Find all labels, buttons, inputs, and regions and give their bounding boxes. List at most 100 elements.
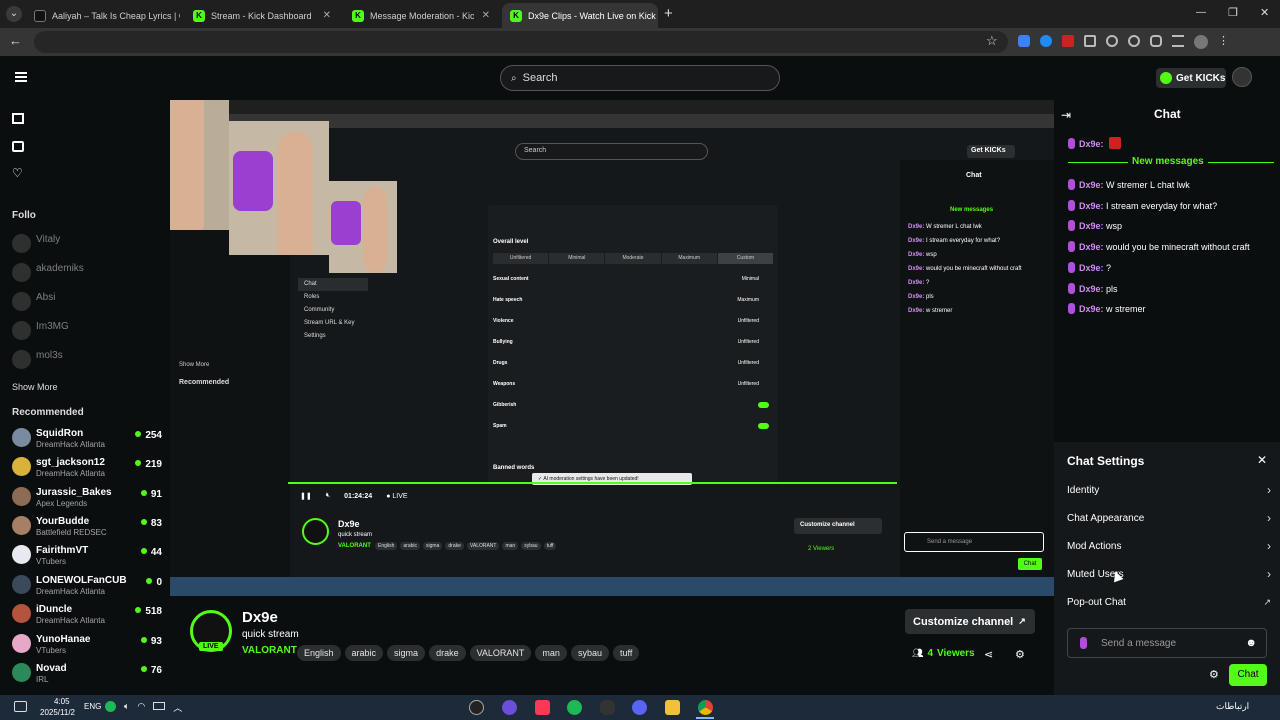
media-player-icon[interactable] [502,700,517,715]
chat-username[interactable]: Dx9e: [1079,263,1104,273]
bookmark-star-icon[interactable]: ☆ [986,33,998,49]
home-icon[interactable] [12,113,24,124]
sidebar-following-item[interactable]: Im3MG [12,317,162,345]
chat-username[interactable]: Dx9e: [1079,221,1104,231]
chat-username[interactable]: Dx9e: [1079,201,1104,211]
tag[interactable]: VALORANT [469,645,532,661]
nested-category-list: Sexual content Minimal Hate speech Maximum… [493,269,773,437]
browse-icon[interactable] [12,141,24,152]
clock[interactable]: 4:05 2025/11/2 [40,696,75,718]
history-icon[interactable] [1128,35,1140,47]
close-icon[interactable]: ✕ [656,10,658,21]
spotify-icon[interactable] [567,700,582,715]
menu-icon[interactable] [1172,35,1184,47]
obs-icon[interactable] [469,700,484,715]
sidebar-following-item[interactable]: akademiks [12,259,162,287]
address-bar[interactable]: ☆ [34,31,1008,53]
sidebar-following-item[interactable]: Absi [12,288,162,316]
maximize-button[interactable]: ❐ [1228,6,1238,19]
key-icon[interactable] [1106,35,1118,47]
more-icon[interactable]: ⋮ [1218,35,1229,49]
link-icon[interactable] [1150,35,1162,47]
tag[interactable]: arabic [344,645,384,661]
chevron-up-icon[interactable]: ︿ [173,701,182,714]
extension-icon[interactable] [1062,35,1074,47]
tag[interactable]: tuff [612,645,640,661]
chat-username[interactable]: Dx9e: [1079,180,1104,190]
chat-username[interactable]: Dx9e: [1079,139,1104,149]
chat-message: Dx9e: w stremer [1068,303,1146,314]
chat-username[interactable]: Dx9e: [1079,284,1104,294]
chrome-icon[interactable] [698,700,713,715]
sidebar-recommended-item[interactable]: YourBudde Battlefield REDSEC 83 [12,512,162,540]
following-heart-icon[interactable]: ♡ [12,166,23,180]
music-icon[interactable] [535,700,550,715]
new-tab-button[interactable]: + [664,5,673,22]
sidebar-following-item[interactable]: mol3s [12,346,162,374]
spotify-tray-icon[interactable] [105,701,116,712]
browser-tab[interactable]: K Message Moderation - Kick Da ✕ [344,3,498,28]
chat-username[interactable]: Dx9e: [1079,304,1104,314]
settings-item-chat-appearance[interactable]: Chat Appearance › [1067,508,1271,528]
chat-username[interactable]: Dx9e: [1079,242,1104,252]
sidebar-recommended-item[interactable]: Jurassic_Bakes Apex Legends 91 [12,483,162,511]
sidebar-following-item[interactable]: Vitaly [12,230,162,258]
sidebar-recommended-item[interactable]: YunoHanae VTubers 93 [12,630,162,658]
tag[interactable]: English [297,645,341,661]
tag[interactable]: drake [429,645,466,661]
tag[interactable]: man [535,645,567,661]
profile-icon[interactable] [1194,35,1208,49]
channel-name[interactable]: Dx9e [242,609,278,626]
chat-input[interactable]: Send a message ☻ [1067,628,1267,658]
chat-settings-gear-icon[interactable]: ⚙ [1209,668,1219,681]
collapse-chat-icon[interactable]: ⇥ [1061,108,1071,122]
close-icon[interactable]: ✕ [1257,453,1267,467]
minimize-button[interactable]: — [1196,7,1206,18]
settings-item-mod-actions[interactable]: Mod Actions › [1067,536,1271,556]
chat-bubble-icon[interactable] [14,701,27,712]
close-icon[interactable]: ✕ [315,10,331,21]
battery-icon[interactable] [153,702,166,710]
hamburger-menu-icon[interactable] [15,72,27,82]
close-window-button[interactable]: ✕ [1260,6,1269,19]
avatar[interactable] [1232,67,1252,87]
wifi-icon[interactable]: ◠ [137,701,145,714]
sidebar-recommended-item[interactable]: Novad IRL 76 [12,659,162,687]
chat-send-button[interactable]: Chat [1229,664,1267,686]
file-explorer-icon[interactable] [665,700,680,715]
close-icon[interactable]: ✕ [474,10,490,21]
emoji-icon[interactable]: ☻ [1245,637,1257,649]
search-input[interactable]: ⌕ Search [500,65,780,91]
tag[interactable]: sybau [570,645,609,661]
stream-category[interactable]: VALORANT [242,645,297,656]
get-kicks-button[interactable]: Get KICKs [1156,68,1226,88]
tab-search-button[interactable]: ⌄ [6,6,22,22]
language-indicator[interactable]: ENG [84,702,101,711]
user-settings-icon[interactable]: ⚙ [1015,648,1025,661]
tag[interactable]: sigma [387,645,426,661]
sidebar-recommended-item[interactable]: sgt_jackson12 DreamHack Atlanta 219 [12,453,162,481]
sidebar-recommended-item[interactable]: FairithmVT VTubers 44 [12,541,162,569]
video-player[interactable]: Search Get KICKs Recommended Show More C… [170,100,1054,596]
show-more-button[interactable]: Show More [12,382,58,392]
extension-icon[interactable] [1040,35,1052,47]
extension-icon[interactable] [1018,35,1030,47]
settings-item-identity[interactable]: Identity › [1067,480,1271,500]
sidebar-recommended-item[interactable]: LONEWOLFanCUB DreamHack Atlanta 0 [12,571,162,599]
discord-icon[interactable] [632,700,647,715]
share-icon[interactable]: ⋖ [984,648,993,661]
settings-item-muted-users[interactable]: Muted Users › [1067,564,1271,584]
back-arrow-icon[interactable]: ← [9,33,22,48]
browser-tab-active[interactable]: K Dx9e Clips - Watch Live on Kick ✕ [502,3,658,28]
mouse-app-icon[interactable] [600,700,615,715]
browser-tab[interactable]: K Stream - Kick Dashboard ✕ [185,3,339,28]
channel-name: YourBudde [36,516,90,527]
sidebar-recommended-item[interactable]: iDuncle DreamHack Atlanta 518 [12,600,162,628]
puzzle-icon[interactable] [1084,35,1096,47]
speaker-icon[interactable]: 🔈︎ [124,701,129,714]
customize-channel-button[interactable]: Customize channel ↗ [905,609,1035,634]
browser-tab[interactable]: Aaliyah – Talk Is Cheap Lyrics | G ✕ [26,3,180,28]
taskbar-right-text[interactable]: ارتباطات [1216,701,1249,712]
sidebar-recommended-item[interactable]: SquidRon DreamHack Atlanta 254 [12,424,162,452]
settings-item-pop-out-chat[interactable]: Pop-out Chat ↗ [1067,592,1271,612]
